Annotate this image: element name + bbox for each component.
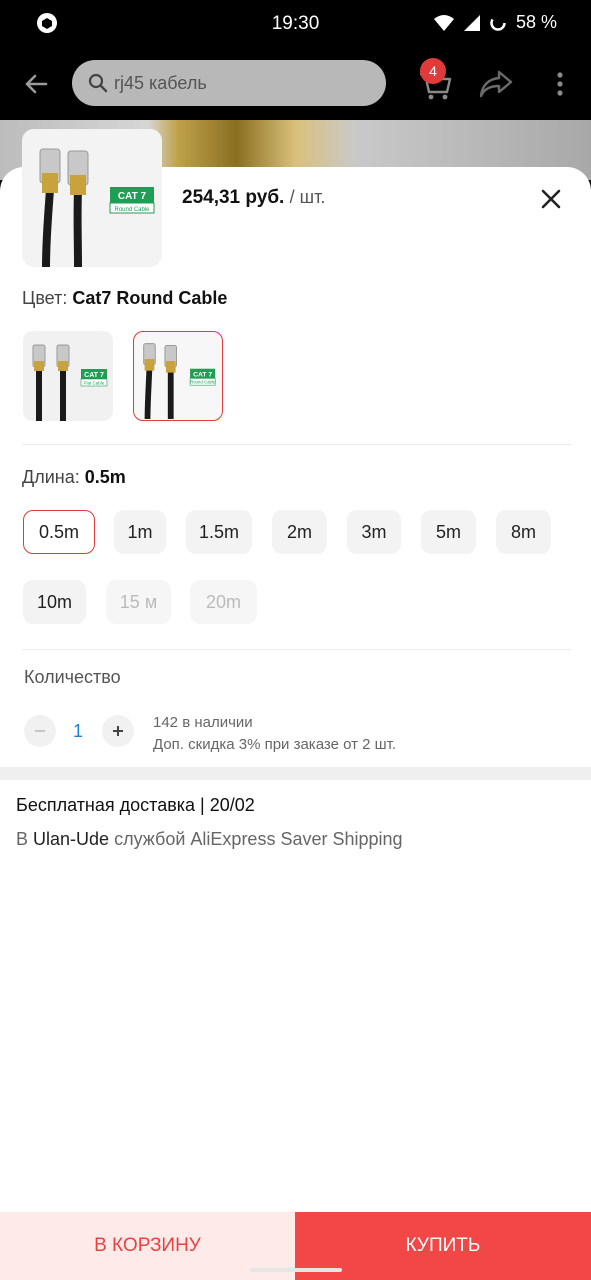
search-input[interactable] <box>114 72 354 94</box>
app-header: 4 <box>0 46 591 120</box>
thumb-round-label: Round Cable <box>114 207 150 213</box>
divider <box>22 444 571 445</box>
search-icon <box>88 73 108 93</box>
stock-text: 142 в наличии <box>153 714 253 731</box>
flat-cat7-label: CAT 7 <box>84 372 104 379</box>
close-icon[interactable] <box>537 185 565 213</box>
home-indicator <box>250 1268 342 1272</box>
quantity-increase-button[interactable] <box>102 715 134 747</box>
battery-icon <box>490 14 506 31</box>
price-row: 254,31 руб. / шт. <box>182 187 325 209</box>
quantity-value[interactable]: 1 <box>62 721 94 742</box>
back-arrow-icon[interactable] <box>18 66 54 102</box>
length-option-8m[interactable]: 8m <box>496 510 551 554</box>
delivery-service: службой AliExpress Saver Shipping <box>114 829 403 849</box>
flat-cable-image: CAT 7 Flat Cable <box>32 344 108 421</box>
search-box[interactable] <box>72 60 386 106</box>
status-bar: 19:30 58 % <box>0 0 591 46</box>
length-option-3m[interactable]: 3m <box>347 510 401 554</box>
more-options-icon[interactable] <box>550 68 570 100</box>
plus-icon <box>113 726 123 736</box>
signal-icon <box>463 14 480 31</box>
price-unit: / шт. <box>289 187 326 207</box>
length-option-5m[interactable]: 5m <box>421 510 476 554</box>
round-cat7-label: CAT 7 <box>193 371 212 378</box>
round-cable-image: CAT 7 Round Cable <box>143 343 216 420</box>
share-icon[interactable] <box>478 68 514 100</box>
length-heading: Длина: 0.5m <box>22 467 126 488</box>
cart-count-badge: 4 <box>420 58 446 84</box>
minus-icon <box>35 730 45 732</box>
length-option-1.5m[interactable]: 1.5m <box>186 510 252 554</box>
color-heading: Цвет: Cat7 Round Cable <box>22 288 227 309</box>
thumb-cat7-label: CAT 7 <box>118 191 147 202</box>
length-option-10m[interactable]: 10m <box>23 580 86 624</box>
color-option-round[interactable]: CAT 7 Round Cable <box>133 331 223 421</box>
delivery-title: Бесплатная доставка | 20/02 <box>16 795 255 815</box>
color-option-flat[interactable]: CAT 7 Flat Cable <box>23 331 113 421</box>
length-option-15m: 15 м <box>106 580 171 624</box>
delivery-city: Ulan-Ude <box>33 829 110 849</box>
product-options-sheet: CAT 7 Round Cable 254,31 руб. / шт. Цвет… <box>0 129 591 1280</box>
color-value: Cat7 Round Cable <box>72 288 228 308</box>
delivery-details[interactable]: В Ulan-Ude службой AliExpress Saver Ship… <box>16 829 403 850</box>
discount-text: Доп. скидка 3% при заказе от 2 шт. <box>153 736 397 753</box>
delivery-prefix: В <box>16 829 29 849</box>
round-cable-label: Round Cable <box>190 380 216 385</box>
length-option-20m: 20m <box>190 580 257 624</box>
length-option-0.5m[interactable]: 0.5m <box>23 510 95 554</box>
length-label: Длина: <box>22 467 80 487</box>
selected-variant-image: CAT 7 Round Cable <box>22 129 162 267</box>
section-divider <box>0 767 591 780</box>
wifi-icon <box>433 14 454 31</box>
battery-percent: 58 % <box>515 12 557 32</box>
flat-cable-label: Flat Cable <box>84 381 105 386</box>
divider <box>22 649 571 650</box>
quantity-decrease-button[interactable] <box>24 715 56 747</box>
color-label: Цвет: <box>22 288 68 308</box>
length-option-2m[interactable]: 2m <box>272 510 327 554</box>
length-option-1m[interactable]: 1m <box>114 510 166 554</box>
status-icons: 58 % <box>433 12 557 33</box>
price: 254,31 руб. <box>182 187 285 208</box>
cable-image: CAT 7 Round Cable <box>22 129 162 267</box>
quantity-heading: Количество <box>24 667 121 687</box>
length-value: 0.5m <box>84 467 126 487</box>
